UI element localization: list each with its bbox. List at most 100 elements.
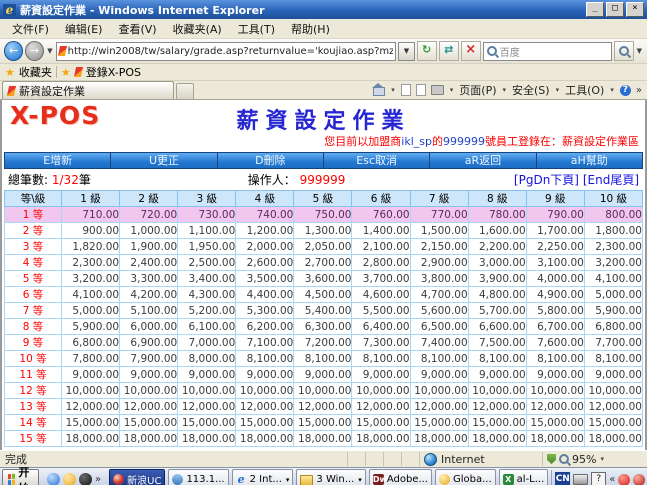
history-dropdown-icon[interactable]: ▼: [46, 47, 53, 55]
grade-cell[interactable]: 5,300.00: [236, 303, 294, 319]
stop-button[interactable]: ×: [461, 41, 481, 61]
grade-cell[interactable]: 1,700.00: [526, 223, 584, 239]
grade-cell[interactable]: 18,000.00: [294, 431, 352, 447]
grade-cell[interactable]: 12,000.00: [294, 399, 352, 415]
toolbar-button[interactable]: aR返回: [429, 153, 535, 168]
quicklaunch-app-icon[interactable]: [63, 473, 76, 485]
taskbar-button[interactable]: DwAdobe...: [369, 469, 432, 485]
grade-cell[interactable]: 4,000.00: [526, 271, 584, 287]
row-label[interactable]: 9 等: [5, 335, 62, 351]
taskbar-button[interactable]: 新浪UC: [109, 469, 165, 485]
grade-cell[interactable]: 6,800.00: [584, 319, 642, 335]
quicklaunch-app-icon[interactable]: [47, 473, 60, 485]
grade-cell[interactable]: 9,000.00: [62, 367, 120, 383]
address-bar[interactable]: http://win2008/tw/salary/grade.asp?retur…: [56, 42, 397, 61]
grade-cell[interactable]: 7,500.00: [468, 335, 526, 351]
grade-cell[interactable]: 780.00: [468, 207, 526, 223]
qq-tray-icon[interactable]: [618, 474, 630, 485]
grade-cell[interactable]: 15,000.00: [62, 415, 120, 431]
feeds-icon[interactable]: [401, 84, 411, 96]
search-input[interactable]: 百度: [483, 42, 613, 61]
grade-cell[interactable]: 2,400.00: [120, 255, 178, 271]
grade-cell[interactable]: 18,000.00: [584, 431, 642, 447]
row-label[interactable]: 15 等: [5, 431, 62, 447]
grade-cell[interactable]: 15,000.00: [584, 415, 642, 431]
grade-cell[interactable]: 3,000.00: [468, 255, 526, 271]
grade-cell[interactable]: 9,000.00: [468, 367, 526, 383]
grade-cell[interactable]: 4,500.00: [294, 287, 352, 303]
grade-cell[interactable]: 7,800.00: [62, 351, 120, 367]
tab-salary-setting[interactable]: 薪資設定作業: [2, 81, 174, 99]
grade-cell[interactable]: 18,000.00: [526, 431, 584, 447]
language-indicator[interactable]: CN: [555, 472, 570, 485]
grade-cell[interactable]: 9,000.00: [584, 367, 642, 383]
grade-cell[interactable]: 4,100.00: [584, 271, 642, 287]
tools-menu[interactable]: 工具(O): [565, 82, 604, 98]
row-label[interactable]: 2 等: [5, 223, 62, 239]
new-tab-button[interactable]: [176, 83, 194, 99]
grade-cell[interactable]: 10,000.00: [62, 383, 120, 399]
grade-cell[interactable]: 7,000.00: [178, 335, 236, 351]
read-mail-icon[interactable]: [416, 84, 426, 96]
grade-cell[interactable]: 15,000.00: [236, 415, 294, 431]
forward-button[interactable]: →: [25, 41, 44, 61]
grade-cell[interactable]: 6,900.00: [120, 335, 178, 351]
grade-cell[interactable]: 12,000.00: [410, 399, 468, 415]
grade-cell[interactable]: 4,900.00: [526, 287, 584, 303]
grade-cell[interactable]: 760.00: [352, 207, 410, 223]
grade-cell[interactable]: 10,000.00: [410, 383, 468, 399]
taskbar-button-dropdown-icon[interactable]: ▾: [286, 476, 290, 484]
menu-item[interactable]: 编辑(E): [57, 20, 111, 38]
grade-cell[interactable]: 1,950.00: [178, 239, 236, 255]
grade-cell[interactable]: 1,800.00: [584, 223, 642, 239]
grade-cell[interactable]: 2,800.00: [352, 255, 410, 271]
page-dropdown-icon[interactable]: ▾: [502, 86, 508, 94]
qq-tray-icon[interactable]: [633, 474, 645, 485]
grade-cell[interactable]: 1,500.00: [410, 223, 468, 239]
grade-cell[interactable]: 9,000.00: [120, 367, 178, 383]
grade-cell[interactable]: 1,000.00: [120, 223, 178, 239]
taskbar-button[interactable]: e2 Int...▾: [232, 469, 294, 485]
grade-cell[interactable]: 5,000.00: [584, 287, 642, 303]
refresh-button[interactable]: ↻: [417, 41, 437, 61]
grade-cell[interactable]: 5,600.00: [410, 303, 468, 319]
grade-cell[interactable]: 9,000.00: [178, 367, 236, 383]
grade-cell[interactable]: 2,500.00: [178, 255, 236, 271]
grade-cell[interactable]: 2,700.00: [294, 255, 352, 271]
grade-cell[interactable]: 5,500.00: [352, 303, 410, 319]
grade-cell[interactable]: 1,900.00: [120, 239, 178, 255]
grade-cell[interactable]: 18,000.00: [178, 431, 236, 447]
grade-cell[interactable]: 9,000.00: [352, 367, 410, 383]
grade-cell[interactable]: 1,600.00: [468, 223, 526, 239]
row-label[interactable]: 5 等: [5, 271, 62, 287]
grade-cell[interactable]: 1,820.00: [62, 239, 120, 255]
favorites-button[interactable]: 收藏夹: [19, 64, 52, 80]
grade-cell[interactable]: 1,200.00: [236, 223, 294, 239]
help-icon[interactable]: ?: [620, 85, 631, 96]
favorite-item-xpos[interactable]: 登錄X-POS: [86, 64, 141, 80]
zoom-level[interactable]: 95%: [572, 453, 596, 466]
grade-cell[interactable]: 1,100.00: [178, 223, 236, 239]
grade-cell[interactable]: 5,900.00: [62, 319, 120, 335]
menu-item[interactable]: 工具(T): [230, 20, 283, 38]
toolbar-button[interactable]: U更正: [110, 153, 216, 168]
grade-cell[interactable]: 1,400.00: [352, 223, 410, 239]
grade-cell[interactable]: 5,000.00: [62, 303, 120, 319]
grade-cell[interactable]: 3,400.00: [178, 271, 236, 287]
grade-cell[interactable]: 1,300.00: [294, 223, 352, 239]
grade-cell[interactable]: 7,900.00: [120, 351, 178, 367]
grade-cell[interactable]: 3,200.00: [584, 255, 642, 271]
ime-icon[interactable]: ?: [591, 472, 606, 485]
grade-cell[interactable]: 2,100.00: [352, 239, 410, 255]
grade-cell[interactable]: 8,100.00: [352, 351, 410, 367]
grade-cell[interactable]: 18,000.00: [120, 431, 178, 447]
printer-tray-icon[interactable]: [573, 474, 588, 485]
grade-cell[interactable]: 6,100.00: [178, 319, 236, 335]
address-dropdown-icon[interactable]: ▼: [398, 42, 414, 61]
home-dropdown-icon[interactable]: ▾: [390, 86, 396, 94]
grade-cell[interactable]: 8,100.00: [526, 351, 584, 367]
toolbar-button[interactable]: aH幫助: [536, 153, 642, 168]
grade-cell[interactable]: 6,700.00: [526, 319, 584, 335]
grade-cell[interactable]: 15,000.00: [526, 415, 584, 431]
grade-cell[interactable]: 6,000.00: [120, 319, 178, 335]
